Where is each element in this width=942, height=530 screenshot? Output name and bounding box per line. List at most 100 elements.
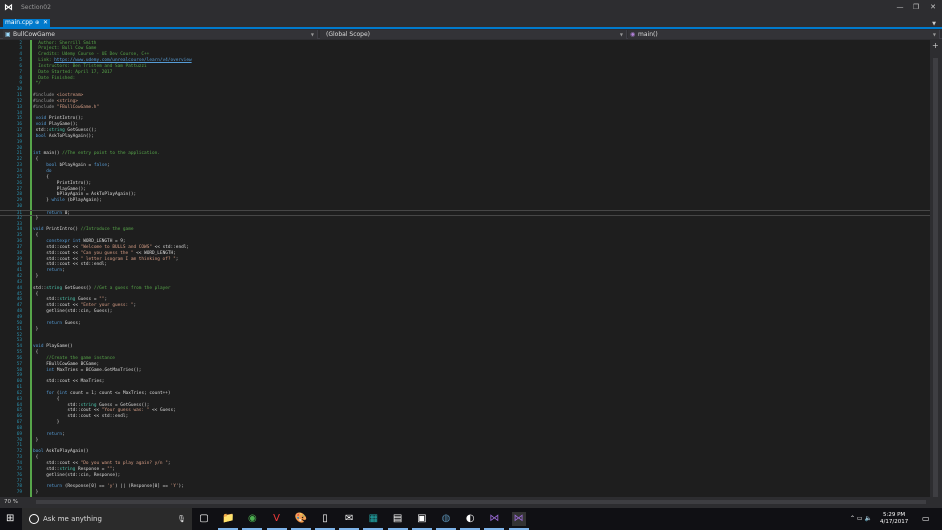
- code-token: void: [35, 122, 47, 128]
- title-bar: ⋈ Section02 — ❐ ✕: [0, 0, 942, 16]
- media-icon[interactable]: ▣: [411, 512, 432, 530]
- code-token: ;: [175, 256, 179, 262]
- code-token: ;: [107, 163, 110, 169]
- visual-studio-logo-icon: ⋈: [4, 3, 13, 13]
- code-token: Instructors: Ben Tristem and Sam Pattuzz…: [33, 63, 147, 69]
- split-icon[interactable]: +: [932, 41, 939, 50]
- code-token: <<: [91, 408, 102, 414]
- code-token: ();: [75, 116, 84, 122]
- code-token: ();: [83, 180, 92, 186]
- code-token: ;: [62, 431, 65, 437]
- tor-icon[interactable]: ◐: [460, 512, 481, 530]
- code-token: cout: [59, 303, 71, 309]
- code-token: <<: [70, 379, 81, 385]
- code-token: " letter isogram I am thinking of? ": [80, 256, 176, 262]
- project-dropdown[interactable]: ▣ BullCowGame ▼: [3, 30, 318, 39]
- tab-main-cpp[interactable]: main.cpp ⊕ ✕: [3, 19, 50, 27]
- code-token: Response: [67, 484, 89, 490]
- paint-icon[interactable]: 🎨: [290, 512, 311, 530]
- code-token: ;: [62, 268, 65, 274]
- code-token: getline: [46, 472, 65, 478]
- scope-dropdown[interactable]: (Global Scope) ▼: [320, 30, 627, 39]
- task-view-icon[interactable]: ▢: [197, 512, 211, 526]
- code-token: Date Started: April 17, 2017: [33, 69, 113, 75]
- code-token: cin: [80, 472, 89, 478]
- chevron-down-icon: ▼: [310, 32, 314, 37]
- system-tray-icons[interactable]: ⌃ ▭ 🔈: [850, 515, 872, 522]
- mail-icon[interactable]: ✉: [339, 512, 360, 530]
- code-editor[interactable]: 2 Author: Sherrill Smith 3 Project: Bull …: [0, 40, 930, 497]
- microphone-icon[interactable]: 🎙: [177, 508, 186, 530]
- code-token: GetGuess: [64, 285, 86, 291]
- vivaldi-icon[interactable]: V: [266, 512, 287, 530]
- file-explorer-icon[interactable]: 📁: [218, 512, 239, 530]
- code-token: return: [46, 484, 63, 490]
- code-token: "Do you want to play again? y/n ": [80, 460, 168, 466]
- code-token: (): [67, 344, 73, 350]
- code-token: int: [46, 367, 55, 373]
- zoom-level[interactable]: 70 %: [4, 499, 18, 505]
- code-token: [0] ==: [152, 484, 171, 490]
- code-token: ;: [167, 460, 171, 466]
- code-token: ();: [88, 128, 97, 134]
- window-title: Section02: [21, 4, 51, 11]
- cortana-search-box[interactable]: Ask me anything 🎙: [22, 508, 192, 530]
- member-dropdown[interactable]: ◉ main() ▼: [628, 30, 940, 39]
- code-token: ;: [125, 414, 129, 420]
- code-token: bool: [35, 133, 47, 139]
- code-token: cout: [80, 408, 92, 414]
- code-token: );: [115, 472, 121, 478]
- code-token: <<: [70, 250, 81, 256]
- code-token: <<: [70, 303, 81, 309]
- tab-label: main.cpp: [5, 19, 33, 26]
- code-token: {: [33, 291, 39, 297]
- code-token: BCGame: [80, 361, 97, 367]
- close-button[interactable]: ✕: [927, 3, 939, 11]
- code-token: Credits: Udemy Course - UE Dev Course, C…: [33, 52, 150, 58]
- code-token: }: [33, 326, 39, 332]
- restore-button[interactable]: ❐: [910, 3, 922, 11]
- action-center-icon[interactable]: ▭: [922, 514, 930, 523]
- code-token: "Enter your guess: ": [80, 303, 134, 309]
- code-token: AskToPlayAgain: [48, 133, 86, 139]
- code-token: =: [99, 466, 108, 472]
- notepad-icon[interactable]: ▯: [315, 512, 335, 530]
- code-line[interactable]: 79 }: [0, 490, 930, 496]
- code-token: std: [35, 128, 44, 134]
- windows-start-icon[interactable]: ⊞: [6, 513, 14, 524]
- code-token: return: [46, 268, 63, 274]
- code-token: cout: [59, 244, 71, 250]
- code-token: void: [35, 116, 47, 122]
- store-icon[interactable]: ▦: [363, 512, 384, 530]
- visual-studio-icon[interactable]: ⋈: [484, 512, 505, 530]
- code-token: ;: [173, 250, 176, 256]
- pin-icon[interactable]: ⊕: [35, 19, 39, 27]
- code-token: ;: [96, 361, 100, 367]
- code-token: 'y': [107, 484, 115, 490]
- edge-beta-icon[interactable]: ◍: [436, 512, 456, 530]
- scrollbar-thumb[interactable]: [933, 58, 938, 498]
- calculator-icon[interactable]: ▤: [387, 512, 408, 530]
- code-token: std: [33, 285, 41, 291]
- chrome-icon[interactable]: ◉: [242, 512, 263, 530]
- code-token: <<: [70, 244, 81, 250]
- code-token: count: [70, 390, 84, 396]
- code-token: string: [59, 466, 76, 472]
- horizontal-scrollbar[interactable]: [36, 500, 926, 504]
- date: 4/17/2017: [880, 519, 909, 525]
- code-token: cin: [80, 309, 89, 315]
- visual-studio-2-icon[interactable]: ⋈: [508, 512, 529, 530]
- minimize-button[interactable]: —: [894, 3, 906, 11]
- code-token: <<: [133, 250, 145, 256]
- tab-dropdown-icon[interactable]: ▼: [932, 21, 936, 27]
- clock[interactable]: 5:29 PM 4/17/2017: [880, 512, 908, 526]
- close-tab-icon[interactable]: ✕: [43, 19, 48, 27]
- code-token: =: [83, 192, 92, 198]
- vertical-scrollbar[interactable]: +: [930, 40, 942, 498]
